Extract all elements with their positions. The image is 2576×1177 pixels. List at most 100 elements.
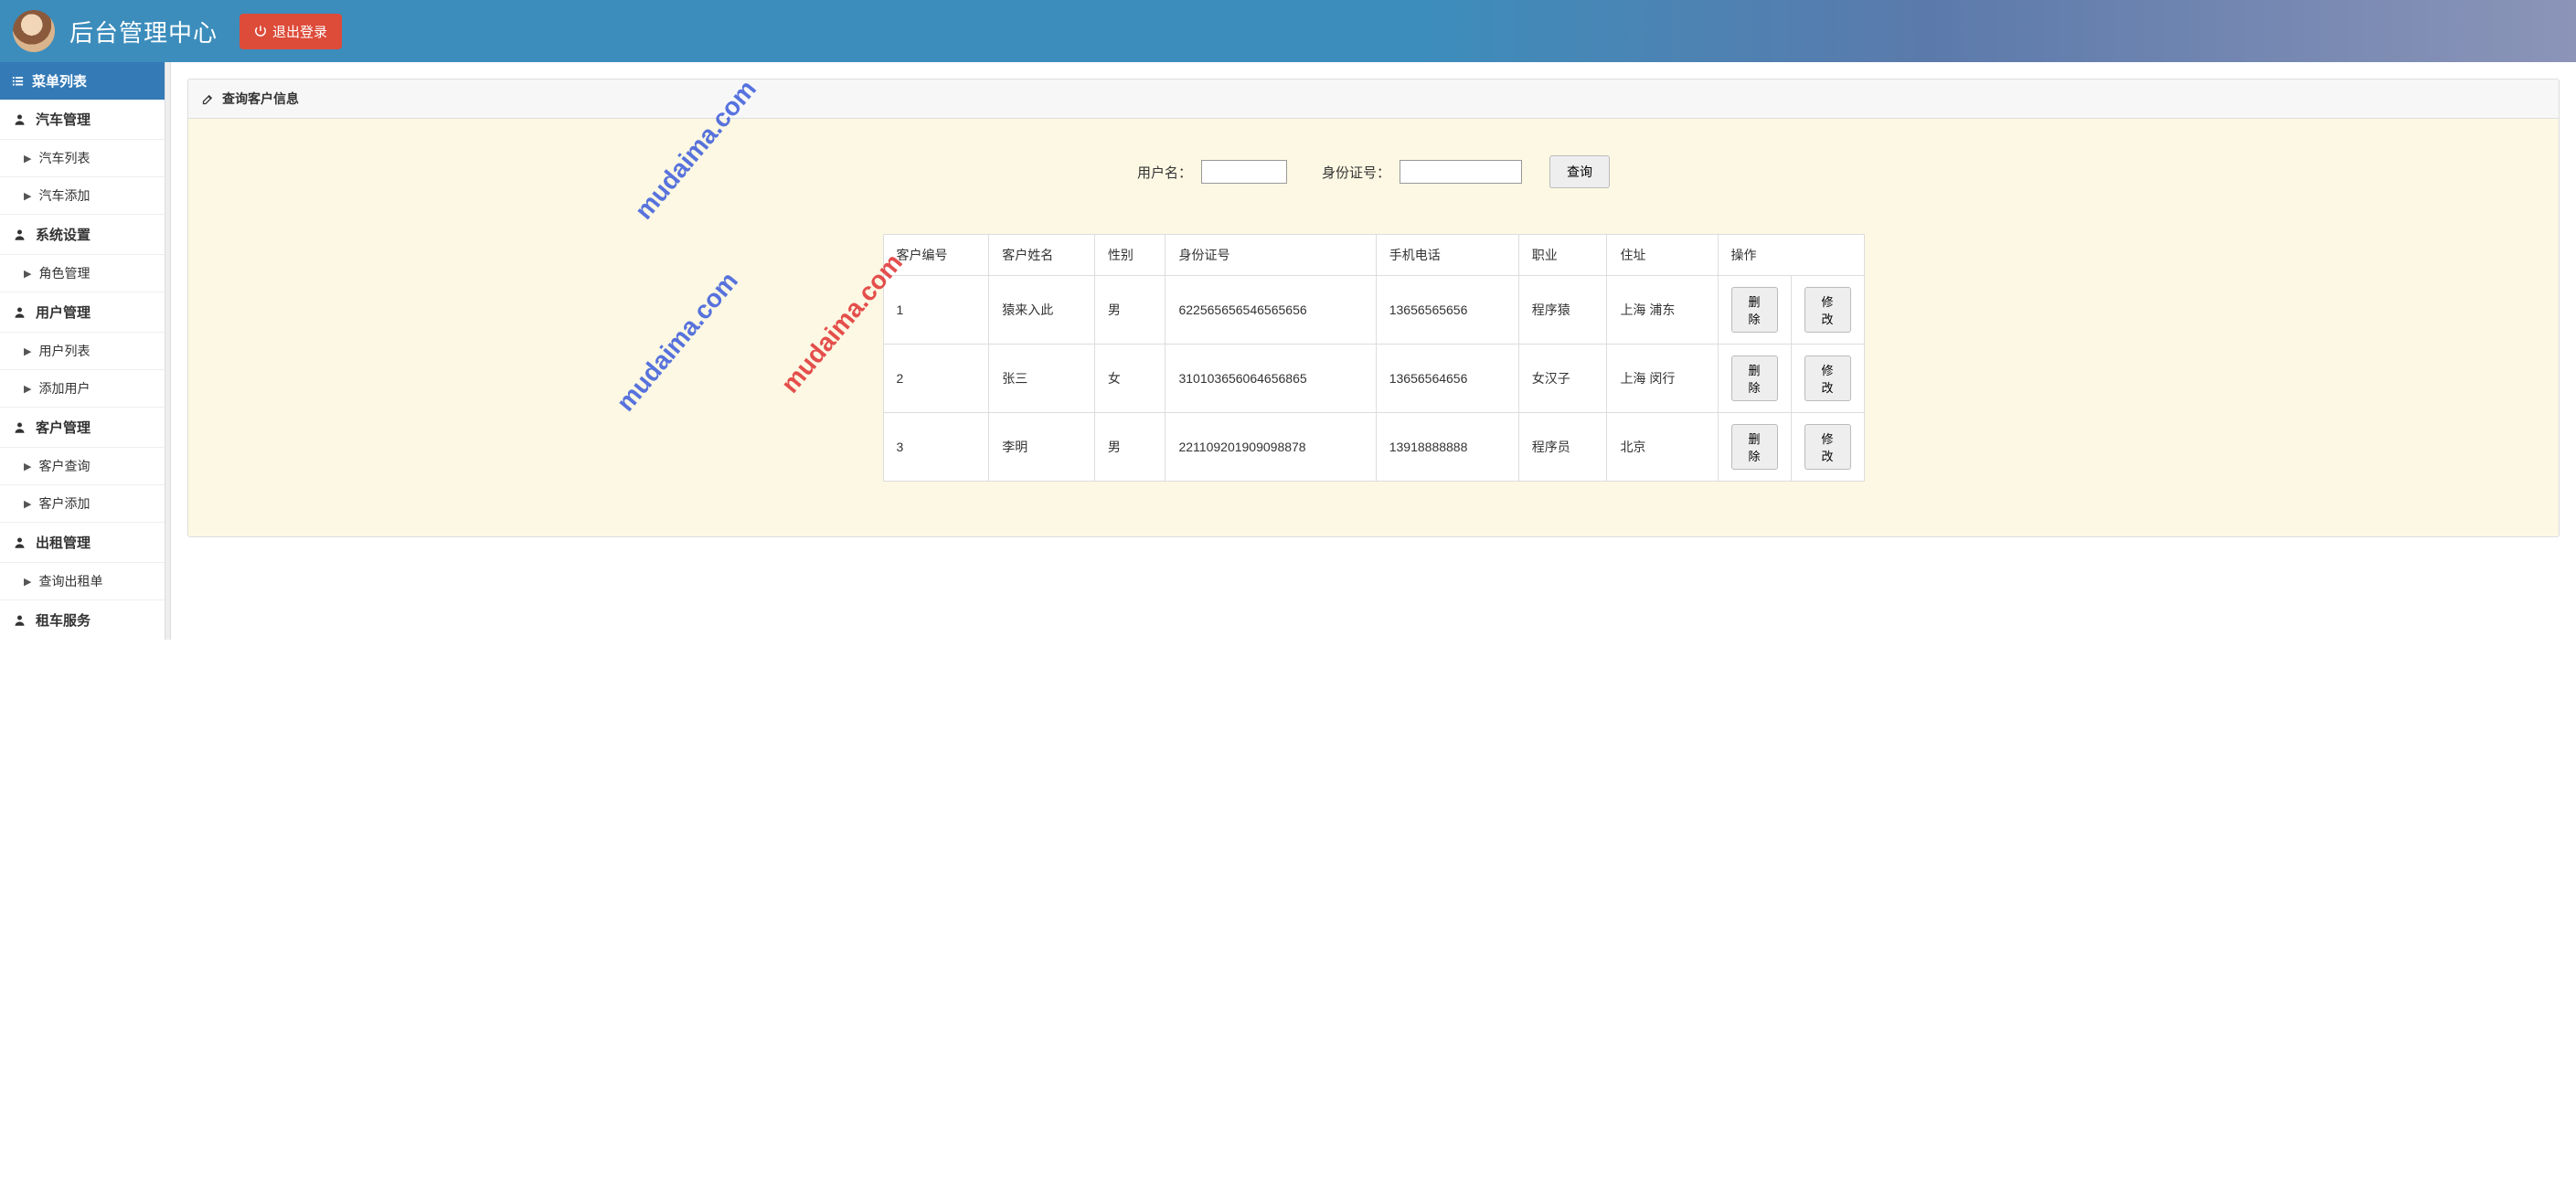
table-cell-job: 程序员 <box>1518 413 1607 482</box>
table-cell-phone: 13656564656 <box>1376 345 1518 413</box>
panel-body: 用户名： 身份证号： 查询 客户编号客户姓名性别身份证号手机电话职业住址操作 1… <box>188 119 2559 536</box>
caret-right-icon: ▶ <box>24 461 31 472</box>
table-cell-job: 程序猿 <box>1518 276 1607 345</box>
sidebar-item-label: 客户查询 <box>38 457 90 475</box>
sidebar-item-label: 汽车添加 <box>38 186 90 205</box>
username-label: 用户名： <box>1137 163 1192 182</box>
table-cell-gender: 男 <box>1094 276 1166 345</box>
table-cell-id: 1 <box>883 276 989 345</box>
caret-right-icon: ▶ <box>24 498 31 510</box>
table-cell-phone: 13918888888 <box>1376 413 1518 482</box>
customer-table: 客户编号客户姓名性别身份证号手机电话职业住址操作 1猿来入此男622565656… <box>883 234 1865 482</box>
delete-button[interactable]: 删除 <box>1731 287 1778 333</box>
edit-button[interactable]: 修改 <box>1804 355 1851 401</box>
avatar[interactable] <box>13 10 55 52</box>
sidebar-item[interactable]: ▶ 添加用户 <box>0 369 165 407</box>
table-cell-phone: 13656565656 <box>1376 276 1518 345</box>
table-cell-op: 修改 <box>1791 276 1864 345</box>
table-cell-addr: 北京 <box>1607 413 1718 482</box>
sidebar-item-label: 角色管理 <box>38 264 90 282</box>
main-content: 查询客户信息 用户名： 身份证号： 查询 客户编号客户姓名性别身份证号手机电话职… <box>171 62 2576 640</box>
caret-right-icon: ▶ <box>24 576 31 588</box>
sidebar-item-label: 添加用户 <box>38 379 90 398</box>
app-title: 后台管理中心 <box>69 15 218 48</box>
user-icon <box>13 535 27 549</box>
sidebar-group-label: 汽车管理 <box>36 110 90 129</box>
table-row: 2张三女31010365606465686513656564656女汉子上海 闵… <box>883 345 1864 413</box>
sidebar-group-label: 系统设置 <box>36 225 90 244</box>
sidebar-item[interactable]: ▶ 客户查询 <box>0 447 165 484</box>
list-icon <box>11 74 25 88</box>
sidebar-item-label: 客户添加 <box>38 494 90 513</box>
sidebar-group[interactable]: 汽车管理 <box>0 100 165 139</box>
edit-button[interactable]: 修改 <box>1804 424 1851 470</box>
panel-header: 查询客户信息 <box>188 80 2559 119</box>
sidebar-group-label: 用户管理 <box>36 302 90 322</box>
vertical-divider <box>165 62 171 640</box>
table-row: 3李明男22110920190909887813918888888程序员北京删除… <box>883 413 1864 482</box>
sidebar-group[interactable]: 租车服务 <box>0 599 165 640</box>
user-icon <box>13 420 27 434</box>
logout-label: 退出登录 <box>272 22 327 41</box>
user-icon <box>13 228 27 241</box>
power-icon <box>254 25 267 37</box>
table-cell-gender: 男 <box>1094 413 1166 482</box>
edit-icon <box>201 92 215 106</box>
caret-right-icon: ▶ <box>24 345 31 357</box>
table-cell-id: 3 <box>883 413 989 482</box>
sidebar-group[interactable]: 客户管理 <box>0 407 165 447</box>
app-header: 后台管理中心 退出登录 <box>0 0 2576 62</box>
table-cell-id: 2 <box>883 345 989 413</box>
table-cell-op: 修改 <box>1791 345 1864 413</box>
table-cell-op: 修改 <box>1791 413 1864 482</box>
sidebar-item[interactable]: ▶ 查询出租单 <box>0 562 165 599</box>
table-row: 1猿来入此男62256565654656565613656565656程序猿上海… <box>883 276 1864 345</box>
delete-button[interactable]: 删除 <box>1731 424 1778 470</box>
table-cell-name: 张三 <box>989 345 1095 413</box>
idcard-label: 身份证号： <box>1322 163 1390 182</box>
edit-button[interactable]: 修改 <box>1804 287 1851 333</box>
sidebar-item[interactable]: ▶ 客户添加 <box>0 484 165 522</box>
table-header: 住址 <box>1607 235 1718 276</box>
sidebar-item-label: 查询出租单 <box>38 572 102 590</box>
table-cell-name: 猿来入此 <box>989 276 1095 345</box>
sidebar-item-label: 用户列表 <box>38 342 90 360</box>
caret-right-icon: ▶ <box>24 268 31 280</box>
table-header: 手机电话 <box>1376 235 1518 276</box>
sidebar-item[interactable]: ▶ 角色管理 <box>0 254 165 292</box>
user-icon <box>13 112 27 126</box>
sidebar-group[interactable]: 用户管理 <box>0 292 165 332</box>
table-cell-name: 李明 <box>989 413 1095 482</box>
caret-right-icon: ▶ <box>24 383 31 395</box>
caret-right-icon: ▶ <box>24 153 31 164</box>
sidebar-item[interactable]: ▶汽车添加 <box>0 176 165 214</box>
table-header: 身份证号 <box>1166 235 1376 276</box>
sidebar: 菜单列表 汽车管理▶汽车列表▶汽车添加系统设置▶角色管理用户管理▶用户列表▶添加… <box>0 62 165 640</box>
sidebar-item[interactable]: ▶汽车列表 <box>0 139 165 176</box>
table-header: 性别 <box>1094 235 1166 276</box>
sidebar-group-label: 租车服务 <box>36 610 90 630</box>
sidebar-group-label: 客户管理 <box>36 418 90 437</box>
search-button[interactable]: 查询 <box>1549 155 1610 188</box>
sidebar-group[interactable]: 出租管理 <box>0 522 165 562</box>
panel-title: 查询客户信息 <box>222 90 299 108</box>
sidebar-item[interactable]: ▶ 用户列表 <box>0 332 165 369</box>
logout-button[interactable]: 退出登录 <box>240 14 342 49</box>
sidebar-group[interactable]: 系统设置 <box>0 214 165 254</box>
user-icon <box>13 305 27 319</box>
table-header: 客户姓名 <box>989 235 1095 276</box>
customer-query-panel: 查询客户信息 用户名： 身份证号： 查询 客户编号客户姓名性别身份证号手机电话职… <box>187 79 2560 537</box>
table-cell-idcard: 221109201909098878 <box>1166 413 1376 482</box>
table-cell-job: 女汉子 <box>1518 345 1607 413</box>
table-cell-idcard: 622565656546565656 <box>1166 276 1376 345</box>
table-cell-idcard: 310103656064656865 <box>1166 345 1376 413</box>
username-input[interactable] <box>1201 160 1287 184</box>
delete-button[interactable]: 删除 <box>1731 355 1778 401</box>
table-header: 客户编号 <box>883 235 989 276</box>
table-cell-addr: 上海 闵行 <box>1607 345 1718 413</box>
idcard-input[interactable] <box>1400 160 1522 184</box>
table-cell-op: 删除 <box>1718 345 1791 413</box>
sidebar-group-label: 出租管理 <box>36 533 90 552</box>
table-header: 职业 <box>1518 235 1607 276</box>
search-form: 用户名： 身份证号： 查询 <box>216 155 2531 188</box>
